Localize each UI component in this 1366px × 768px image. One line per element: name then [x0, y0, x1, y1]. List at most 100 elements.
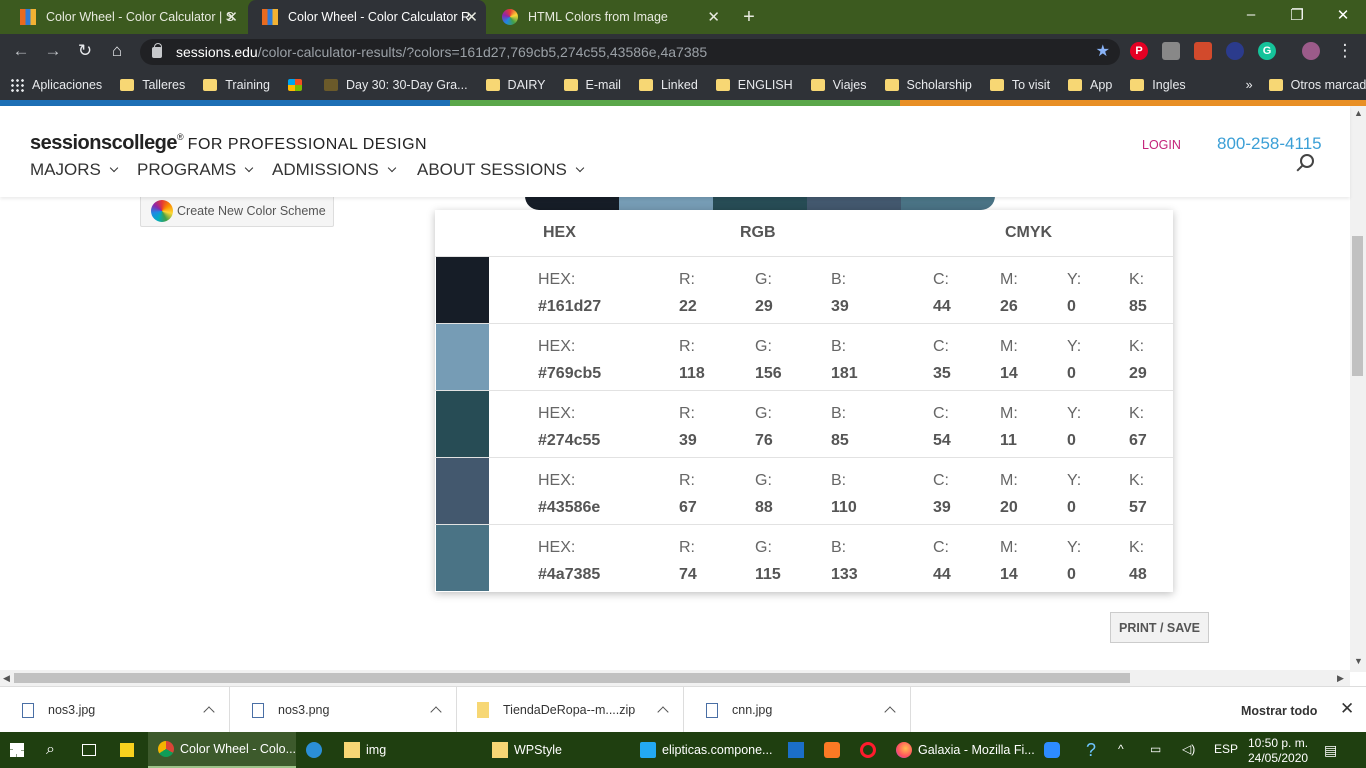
create-new-color-scheme-button[interactable]: Create New Color Scheme [140, 194, 334, 227]
print-save-button[interactable]: PRINT / SAVE [1110, 612, 1209, 643]
column-header-rgb: RGB [740, 224, 776, 241]
close-tab-icon[interactable]: ✕ [225, 8, 238, 26]
new-tab-button[interactable]: + [738, 6, 760, 29]
vertical-scrollbar[interactable] [1350, 106, 1366, 672]
scroll-down-arrow-icon[interactable]: ▼ [1354, 656, 1363, 666]
download-item[interactable]: cnn.jpg [684, 687, 911, 733]
bookmark-folder[interactable]: Talleres [120, 78, 185, 92]
taskbar-app-chrome[interactable]: Color Wheel - Colo... [148, 732, 296, 768]
download-item[interactable]: TiendaDeRopa--m....zip [457, 687, 684, 733]
taskbar-app-folder[interactable]: WPStyle [488, 732, 624, 768]
horizontal-scroll-thumb[interactable] [14, 673, 1130, 683]
bookmark-apps[interactable]: Aplicaciones [10, 78, 102, 92]
other-bookmarks-folder[interactable]: Otros marcadores [1268, 78, 1366, 92]
minimize-button[interactable]: – [1236, 6, 1266, 23]
bookmark-link[interactable]: Day 30: 30-Day Gra... [323, 78, 468, 92]
browser-tab[interactable]: Color Wheel - Color Calculator | S ✕ [6, 0, 246, 34]
bookmark-folder[interactable]: Training [203, 78, 270, 92]
nav-admissions[interactable]: ADMISSIONS [272, 160, 396, 180]
nav-programs[interactable]: PROGRAMS [137, 160, 254, 180]
close-downloads-icon[interactable]: ✕ [1340, 699, 1354, 719]
mail-icon[interactable] [788, 732, 810, 768]
bookmark-folder[interactable]: Scholarship [884, 78, 972, 92]
bookmark-star-icon[interactable]: ★ [1096, 41, 1110, 61]
zoom-icon[interactable] [1044, 732, 1066, 768]
help-icon[interactable]: ? [1086, 732, 1096, 768]
language-indicator[interactable]: ESP [1214, 742, 1238, 756]
chevron-up-icon[interactable] [884, 706, 896, 718]
scroll-up-arrow-icon[interactable]: ▲ [1354, 108, 1363, 118]
bookmark-folder[interactable]: ENGLISH [715, 78, 793, 92]
show-all-downloads-button[interactable]: Mostrar todo [1241, 704, 1317, 718]
chevron-up-icon[interactable] [203, 706, 215, 718]
bookmark-link[interactable] [287, 79, 310, 91]
forward-icon[interactable]: → [42, 41, 64, 61]
task-view-icon[interactable] [82, 732, 102, 768]
vertical-scroll-thumb[interactable] [1352, 236, 1363, 376]
extension-icon[interactable] [1162, 42, 1180, 60]
login-link[interactable]: LOGIN [1142, 138, 1181, 152]
tab-title: HTML Colors from Image [528, 10, 668, 24]
bookmark-folder[interactable]: DAIRY [485, 78, 546, 92]
scroll-left-arrow-icon[interactable]: ◀ [3, 673, 10, 684]
close-window-button[interactable]: ✕ [1328, 6, 1358, 24]
browser-tab-active[interactable]: Color Wheel - Color Calculator R ✕ [248, 0, 486, 34]
back-icon[interactable]: ← [10, 41, 32, 61]
bookmark-folder[interactable]: App [1068, 78, 1112, 92]
b-cell: B: 110 [831, 472, 857, 516]
bookmark-folder[interactable]: E-mail [563, 78, 621, 92]
opera-icon[interactable] [860, 732, 882, 768]
color-row: HEX: #274c55 R: 39 G: 76 B: 85 C: 54 M: 11 Y: 0… [435, 390, 1173, 457]
close-tab-icon[interactable]: ✕ [707, 8, 720, 26]
bookmark-folder[interactable]: Linked [638, 78, 698, 92]
home-icon[interactable]: ⌂ [106, 41, 128, 61]
pinterest-extension-icon[interactable]: P [1130, 42, 1148, 60]
restore-button[interactable]: ❐ [1282, 6, 1312, 24]
grammarly-extension-icon[interactable]: G [1258, 42, 1276, 60]
close-tab-icon[interactable]: ✕ [465, 8, 478, 26]
bookmark-folder[interactable]: To visit [989, 78, 1050, 92]
start-icon[interactable] [10, 732, 30, 768]
download-item[interactable]: nos3.png [230, 687, 457, 733]
clock[interactable]: 10:50 p. m. 24/05/2020 [1248, 736, 1308, 766]
taskbar-app-firefox[interactable]: Galaxia - Mozilla Fi... [894, 732, 1035, 768]
extension-icon[interactable] [1226, 42, 1244, 60]
reload-icon[interactable]: ↻ [74, 41, 96, 61]
sticky-notes-icon[interactable] [120, 732, 140, 768]
search-icon[interactable]: ⌕ [46, 732, 55, 768]
show-hidden-icons-icon[interactable]: ^ [1118, 742, 1124, 756]
folder-icon [810, 79, 825, 91]
taskbar-app-folder[interactable]: img [340, 732, 476, 768]
sessions-college-logo[interactable]: sessionscollege® FOR PROFESSIONAL DESIGN [30, 132, 427, 155]
scroll-right-arrow-icon[interactable]: ▶ [1337, 673, 1344, 684]
volume-icon[interactable]: ◁) [1182, 742, 1195, 756]
color-row: HEX: #43586e R: 67 G: 88 B: 110 C: 39 M: 20 Y:… [435, 457, 1173, 524]
taskbar-app-vscode[interactable]: elipticas.compone... [636, 732, 772, 768]
menu-kebab-icon[interactable]: ⋮ [1334, 41, 1356, 61]
bookmark-folder[interactable]: Viajes [810, 78, 867, 92]
phone-link[interactable]: 800-258-4115 [1217, 134, 1322, 154]
edge-icon[interactable] [306, 732, 328, 768]
bookmarks-overflow-button[interactable]: » [1246, 78, 1253, 92]
battery-icon[interactable]: ▭ [1150, 742, 1161, 756]
folder-icon [989, 79, 1004, 91]
uc-icon [323, 79, 338, 91]
address-bar[interactable]: sessions.edu/color-calculator-results/?c… [140, 39, 1120, 65]
download-item[interactable]: nos3.jpg [0, 687, 230, 733]
xampp-icon[interactable] [824, 732, 846, 768]
extension-icon[interactable] [1194, 42, 1212, 60]
chevron-up-icon[interactable] [430, 706, 442, 718]
chevron-up-icon[interactable] [657, 706, 669, 718]
profile-avatar-icon[interactable] [1302, 42, 1320, 60]
g-cell: G: 29 [755, 271, 773, 315]
search-icon[interactable] [1300, 154, 1314, 168]
notifications-icon[interactable]: ▤ [1324, 742, 1337, 759]
c-cell: C: 44 [933, 271, 951, 315]
nav-majors[interactable]: MAJORS [30, 160, 119, 180]
nav-about-sessions[interactable]: ABOUT SESSIONS [417, 160, 585, 180]
folder-icon [1068, 79, 1083, 91]
bookmark-folder[interactable]: Ingles [1130, 78, 1186, 92]
browser-tab[interactable]: HTML Colors from Image ✕ [488, 0, 728, 34]
k-cell: K: 48 [1129, 539, 1147, 583]
firefox-icon [896, 742, 912, 758]
